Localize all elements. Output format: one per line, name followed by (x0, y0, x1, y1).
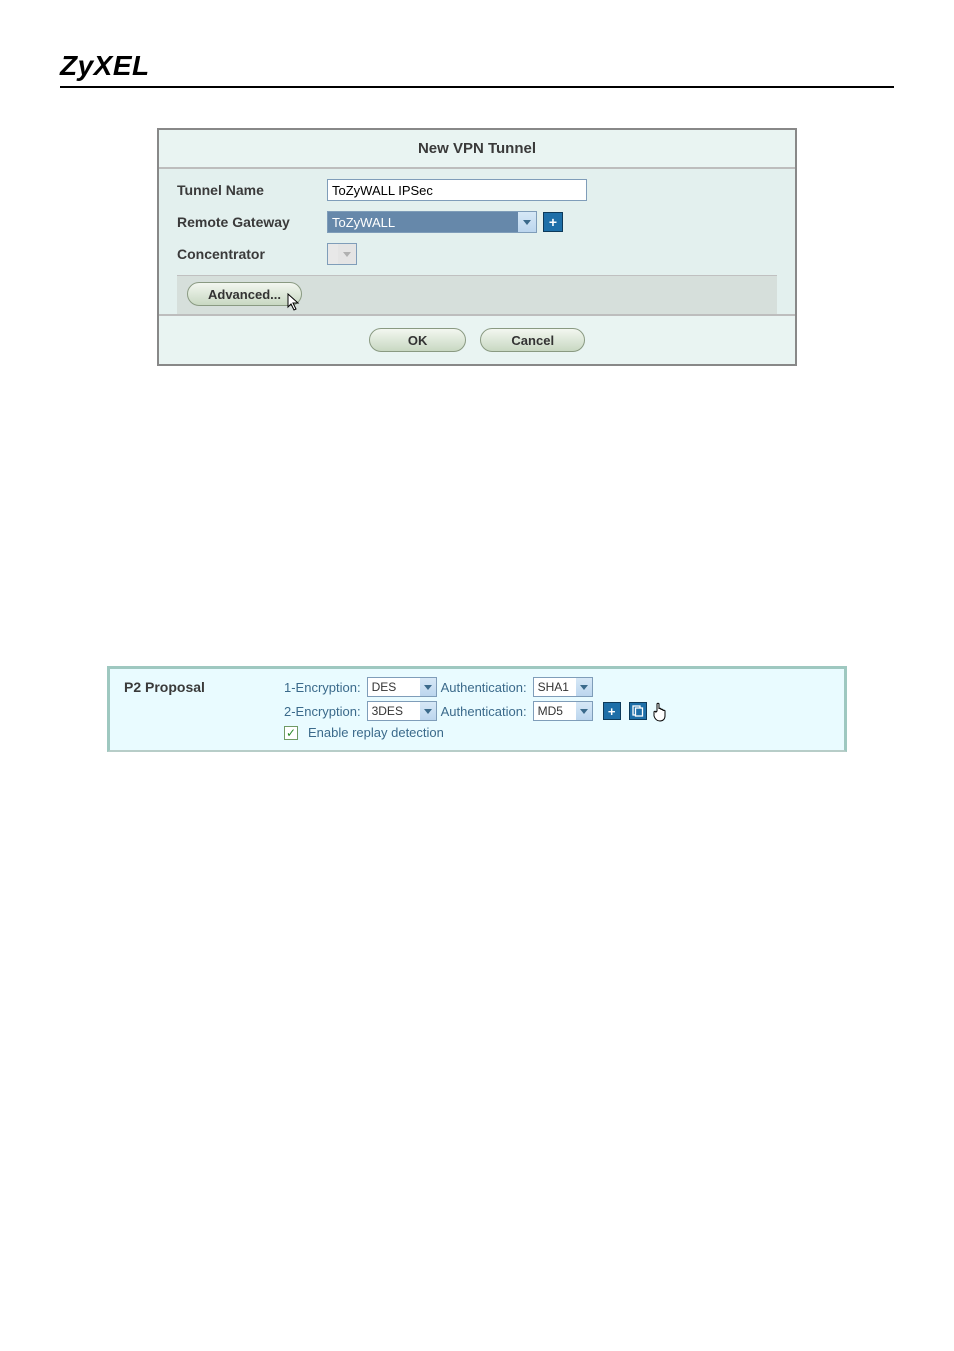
cancel-button[interactable]: Cancel (480, 328, 585, 352)
add-proposal-icon[interactable]: + (603, 702, 621, 720)
dialog-footer: OK Cancel (159, 314, 795, 364)
dialog-title: New VPN Tunnel (159, 130, 795, 169)
p2-row1-auth-value: SHA1 (534, 680, 576, 694)
row-concentrator: Concentrator (177, 243, 777, 265)
dialog-body: Tunnel Name Remote Gateway ToZyWALL + Co… (159, 169, 795, 314)
tunnel-name-label: Tunnel Name (177, 182, 327, 198)
cursor-hand-icon (651, 701, 669, 721)
check-mark-icon: ✓ (286, 727, 296, 739)
p2-row-1: 1-Encryption: DES Authentication: SHA1 (284, 677, 830, 697)
ok-button-label: OK (408, 333, 428, 348)
row-remote-gateway: Remote Gateway ToZyWALL + (177, 211, 777, 233)
p2-row1-auth-select[interactable]: SHA1 (533, 677, 593, 697)
advanced-row: Advanced... (177, 275, 777, 314)
chevron-down-icon (518, 212, 536, 232)
cancel-button-label: Cancel (511, 333, 554, 348)
replay-detection-checkbox[interactable]: ✓ (284, 726, 298, 740)
concentrator-label: Concentrator (177, 246, 327, 262)
concentrator-select (327, 243, 357, 265)
replay-detection-label: Enable replay detection (308, 725, 444, 740)
advanced-button-label: Advanced... (208, 287, 281, 302)
tunnel-name-input[interactable] (327, 179, 587, 201)
new-vpn-tunnel-dialog: New VPN Tunnel Tunnel Name Remote Gatewa… (157, 128, 797, 366)
p2-row2-enc-value: 3DES (368, 704, 420, 718)
p2-row-2: 2-Encryption: 3DES Authentication: MD5 + (284, 701, 830, 721)
brand-logo: ZyXEL (60, 50, 150, 81)
remove-proposal-icon[interactable] (629, 702, 647, 720)
p2-row2-enc-label: 2-Encryption: (284, 704, 361, 719)
p2-row1-auth-label: Authentication: (441, 680, 527, 695)
p2-row1-enc-label: 1-Encryption: (284, 680, 361, 695)
p2-row1-enc-select[interactable]: DES (367, 677, 437, 697)
row-tunnel-name: Tunnel Name (177, 179, 777, 201)
remote-gateway-select[interactable]: ToZyWALL (327, 211, 537, 233)
chevron-down-icon (420, 702, 436, 720)
remote-gateway-value: ToZyWALL (328, 212, 518, 232)
chevron-down-icon (576, 702, 592, 720)
advanced-button[interactable]: Advanced... (187, 282, 302, 306)
chevron-down-icon (420, 678, 436, 696)
p2-row2-auth-value: MD5 (534, 704, 576, 718)
p2-proposal-label: P2 Proposal (124, 677, 284, 744)
header-bar: ZyXEL (60, 50, 894, 88)
concentrator-value (328, 244, 338, 264)
chevron-down-icon (338, 244, 356, 264)
ok-button[interactable]: OK (369, 328, 467, 352)
p2-row2-auth-select[interactable]: MD5 (533, 701, 593, 721)
p2-proposal-panel: P2 Proposal 1-Encryption: DES Authentica… (107, 666, 847, 752)
remove-glyph-icon (632, 705, 644, 717)
p2-row1-enc-value: DES (368, 680, 420, 694)
p2-proposal-body: 1-Encryption: DES Authentication: SHA1 2… (284, 677, 830, 744)
chevron-down-icon (576, 678, 592, 696)
remote-gateway-label: Remote Gateway (177, 214, 327, 230)
p2-row2-auth-label: Authentication: (441, 704, 527, 719)
cursor-arrow-icon (287, 293, 303, 311)
p2-row2-enc-select[interactable]: 3DES (367, 701, 437, 721)
add-remote-gateway-icon[interactable]: + (543, 212, 563, 232)
p2-checkbox-row: ✓ Enable replay detection (284, 725, 830, 740)
